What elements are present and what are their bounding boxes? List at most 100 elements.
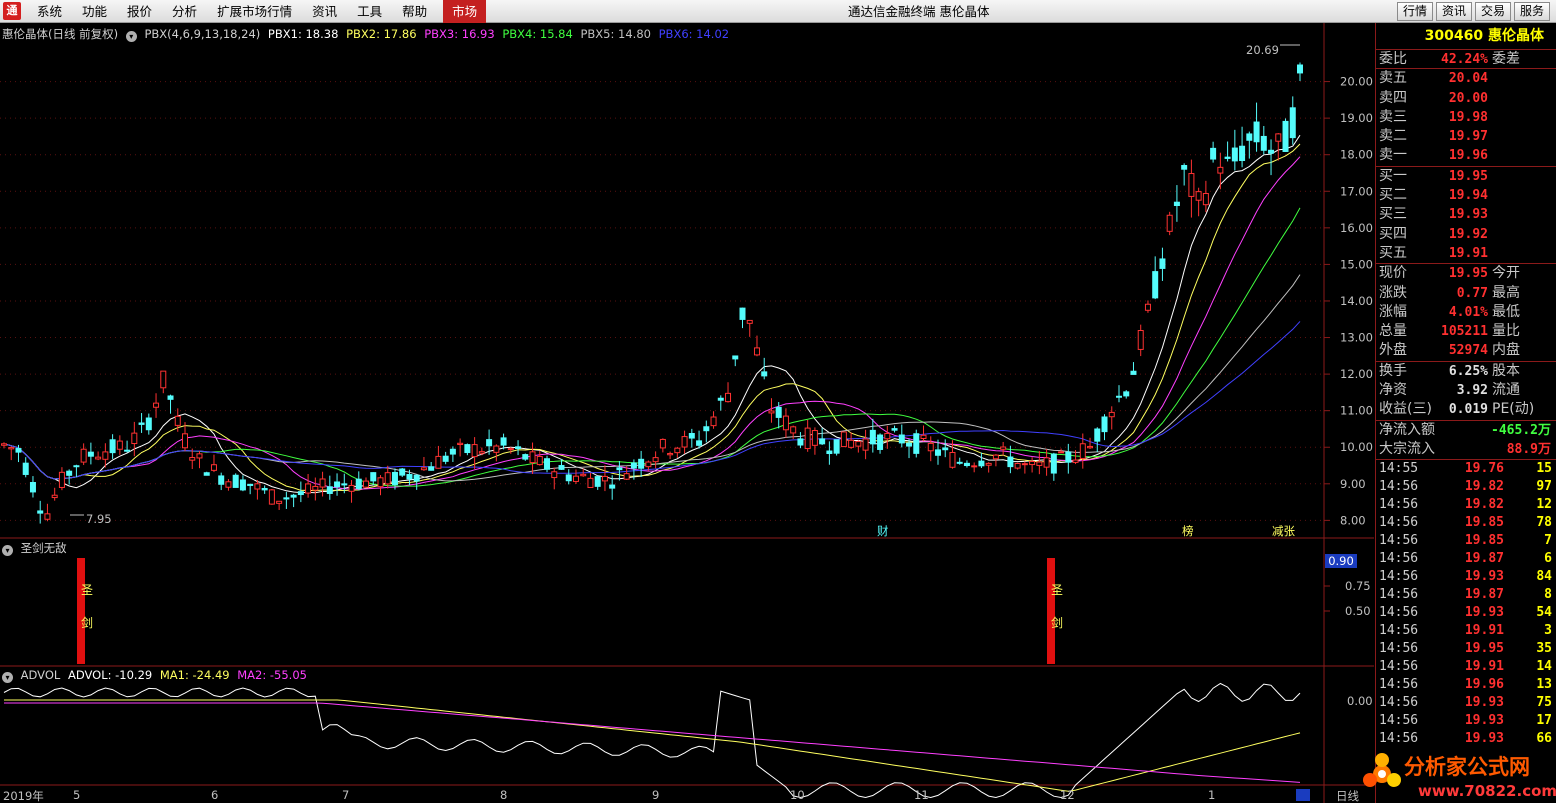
- candle-body: [1253, 121, 1260, 143]
- candle: [22, 457, 29, 478]
- high-price-label: 20.69: [1246, 43, 1279, 57]
- candle-body: [167, 395, 174, 400]
- chart-title: 惠伦晶体(日线 前复权): [2, 27, 119, 41]
- menu-market[interactable]: 市场: [443, 0, 487, 23]
- stat-row: 换手 6.25% 股本: [1379, 362, 1520, 379]
- chart-area[interactable]: 20.00 19.00 18.00 17.00 16.00 15.00 14.00 13.00…: [0, 23, 1374, 803]
- candle-body: [399, 468, 406, 476]
- service-button[interactable]: 服务: [1513, 2, 1550, 21]
- sub1-legend: ▾ 圣剑无敌: [2, 540, 71, 556]
- candle-body: [638, 458, 645, 469]
- candle: [283, 491, 290, 509]
- month-12: 12: [1060, 788, 1075, 802]
- candle-body: [500, 437, 507, 446]
- current-bar-marker[interactable]: [1296, 789, 1310, 801]
- candle: [66, 469, 73, 485]
- menu-bar: 通 系统 功能 报价 分析 扩展市场行情 资讯 工具 帮助 市场 通达信金融终端…: [0, 0, 1556, 23]
- signal-text-1b: 剑: [81, 616, 94, 630]
- price-axis: 20.00 19.00 18.00 17.00 16.00 15.00 14.00 13.00…: [1324, 75, 1373, 527]
- candle-body: [971, 465, 978, 468]
- candle: [232, 473, 239, 488]
- pbx-lines: [3, 134, 1301, 494]
- candle-body: [1217, 166, 1224, 174]
- candle: [1159, 247, 1166, 281]
- candle-body: [457, 442, 464, 446]
- candle: [363, 477, 370, 488]
- candle-body: [551, 471, 558, 479]
- candle: [1260, 125, 1267, 155]
- candle-body: [630, 462, 637, 469]
- candle-body: [710, 416, 717, 427]
- candle: [1275, 133, 1282, 161]
- menu-quote[interactable]: 报价: [117, 0, 162, 23]
- candle-body: [1268, 149, 1275, 154]
- signal-text-2a: 圣: [1051, 583, 1064, 597]
- candle-body: [1043, 457, 1050, 468]
- chevron-down-icon[interactable]: ▾: [2, 545, 13, 556]
- menu-extended-market[interactable]: 扩展市场行情: [207, 0, 302, 23]
- candle: [601, 465, 608, 492]
- candle-body: [688, 433, 695, 439]
- tick-row: 14:56 19.93 17: [1379, 713, 1552, 729]
- candle: [334, 473, 341, 496]
- kline-chart-svg[interactable]: 20.0019.0018.0017.0016.0015.0014.0013.00…: [0, 23, 1374, 803]
- candle-body: [153, 402, 160, 408]
- candle-body: [667, 452, 674, 456]
- quote-button[interactable]: 行情: [1396, 2, 1433, 21]
- candle: [746, 319, 753, 337]
- candle: [536, 451, 543, 466]
- candle: [471, 437, 478, 469]
- candle-body: [1239, 145, 1246, 162]
- marker-reduce[interactable]: 减张: [1272, 523, 1295, 539]
- candle-body: [1050, 453, 1057, 474]
- candle-body: [819, 438, 826, 445]
- candle-body: [790, 426, 797, 434]
- menu-system[interactable]: 系统: [27, 0, 72, 23]
- candle: [877, 433, 884, 454]
- signal-text-1a: 圣: [81, 583, 94, 597]
- candle-body: [529, 451, 536, 464]
- stats-group-2: 换手 6.25% 股本 净资 3.92 流通 收益(三) 0.019 PE(动): [1376, 362, 1556, 421]
- menu-tools[interactable]: 工具: [347, 0, 392, 23]
- candle: [44, 503, 51, 522]
- candle-body: [565, 474, 572, 482]
- candle-body: [696, 440, 703, 446]
- advol-line: [3, 682, 1301, 799]
- marker-finance[interactable]: 财: [877, 523, 889, 539]
- candle: [276, 500, 283, 510]
- month-9: 9: [652, 788, 660, 802]
- month-10: 10: [790, 788, 805, 802]
- news-button[interactable]: 资讯: [1435, 2, 1472, 21]
- candle-body: [290, 494, 297, 498]
- candle-body: [80, 448, 87, 463]
- year-label: 2019年: [3, 789, 44, 803]
- candle: [218, 472, 225, 491]
- chevron-down-icon[interactable]: ▾: [125, 31, 137, 42]
- price-tick-label: 20.00: [1340, 75, 1373, 89]
- candle-body: [1058, 451, 1065, 454]
- candle: [203, 471, 210, 476]
- chevron-down-icon[interactable]: ▾: [2, 672, 13, 683]
- candle: [659, 438, 666, 453]
- candle: [768, 398, 775, 423]
- candle-body: [116, 440, 123, 450]
- candle-body: [1181, 165, 1188, 170]
- candle: [1210, 141, 1217, 163]
- candle-body: [254, 483, 261, 490]
- menu-function[interactable]: 功能: [72, 0, 117, 23]
- candle: [399, 467, 406, 478]
- marker-rank[interactable]: 榜: [1182, 523, 1194, 539]
- app-logo-icon[interactable]: 通: [3, 2, 21, 20]
- stat-row: 现价 19.95 今开: [1379, 265, 1520, 282]
- tick-list[interactable]: 14:55 19.76 15 14:56 19.82 97 14:56 19.82 12 14:5…: [1376, 460, 1556, 748]
- menu-help[interactable]: 帮助: [392, 0, 437, 23]
- menu-news[interactable]: 资讯: [302, 0, 347, 23]
- candle-body: [493, 445, 500, 453]
- candle-body: [297, 491, 304, 496]
- candle-body: [384, 472, 391, 485]
- flower-icon: [1363, 753, 1401, 787]
- menu-analysis[interactable]: 分析: [162, 0, 207, 23]
- candle: [290, 493, 297, 508]
- candle: [1224, 141, 1231, 162]
- trade-button[interactable]: 交易: [1474, 2, 1511, 21]
